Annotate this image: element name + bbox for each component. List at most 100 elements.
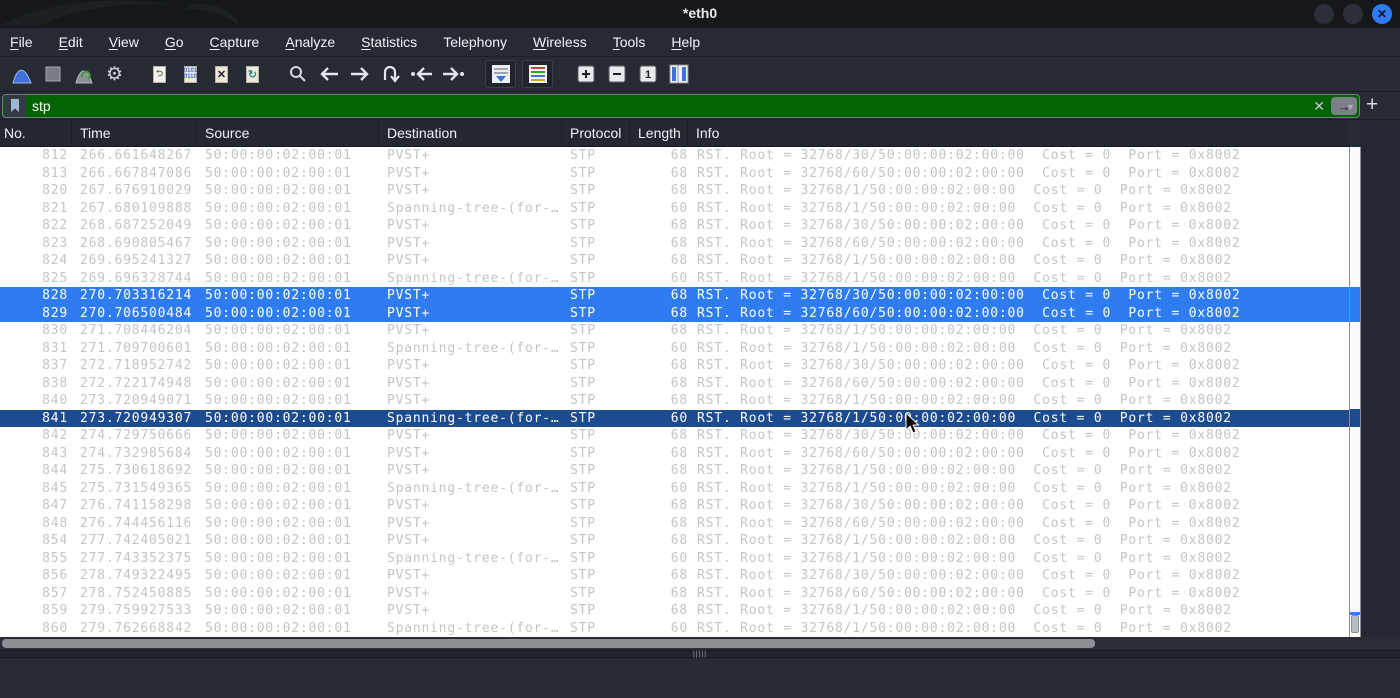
stop-capture-icon[interactable] — [37, 60, 68, 88]
zoom-original-icon[interactable]: 1 — [632, 60, 663, 88]
pane-splitter[interactable]: ||||| — [0, 650, 1400, 658]
packet-row-825[interactable]: 825 269.696328744 50:00:00:02:00:01 Spannin… — [0, 270, 1349, 288]
display-filter-field[interactable]: stp ✕ → — [2, 94, 1360, 118]
packet-row-828[interactable]: 828 270.703316214 50:00:00:02:00:01 PVST+ ST… — [0, 287, 1349, 305]
cell-time: 273.720949071 — [80, 393, 193, 408]
vertical-scrollbar-thumb[interactable] — [1351, 615, 1359, 633]
packet-row-838[interactable]: 838 272.722174948 50:00:00:02:00:01 PVST+ ST… — [0, 375, 1349, 393]
close-file-icon[interactable]: ✕ — [206, 60, 237, 88]
maximize-button[interactable] — [1343, 4, 1363, 24]
menu-statistics[interactable]: Statistics — [361, 34, 417, 50]
packet-row-854[interactable]: 854 277.742405021 50:00:00:02:00:01 PVST+ ST… — [0, 532, 1349, 550]
packet-row-821[interactable]: 821 267.680109888 50:00:00:02:00:01 Spannin… — [0, 200, 1349, 218]
go-to-packet-icon[interactable] — [375, 60, 406, 88]
colorize-packets-icon[interactable] — [522, 60, 553, 88]
column-header-length[interactable]: Length — [630, 120, 688, 146]
packet-row-822[interactable]: 822 268.687252049 50:00:00:02:00:01 PVST+ ST… — [0, 217, 1349, 235]
add-filter-button[interactable]: + — [1366, 93, 1378, 117]
column-header-protocol[interactable]: Protocol — [562, 120, 630, 146]
cell-proto: STP — [570, 550, 596, 566]
packet-row-845[interactable]: 845 275.731549365 50:00:00:02:00:01 Spannin… — [0, 480, 1349, 498]
go-first-packet-icon[interactable] — [406, 60, 437, 88]
packet-row-830[interactable]: 830 271.708446204 50:00:00:02:00:01 PVST+ ST… — [0, 322, 1349, 340]
resize-columns-icon[interactable] — [663, 60, 694, 88]
packet-row-847[interactable]: 847 276.741158298 50:00:00:02:00:01 PVST+ ST… — [0, 497, 1349, 515]
cell-dst: PVST+ — [387, 305, 431, 321]
cell-len: 68 — [670, 235, 688, 251]
save-file-icon[interactable]: 0101 0110 — [175, 60, 206, 88]
go-last-packet-icon[interactable] — [437, 60, 468, 88]
column-header-source[interactable]: Source — [197, 120, 379, 146]
packet-row-840[interactable]: 840 273.720949071 50:00:00:02:00:01 PVST+ ST… — [0, 392, 1349, 410]
menu-capture[interactable]: Capture — [210, 34, 260, 50]
toolbar-separator — [268, 74, 282, 75]
packet-row-837[interactable]: 837 272.718952742 50:00:00:02:00:01 PVST+ ST… — [0, 357, 1349, 375]
packet-row-860[interactable]: 860 279.762668842 50:00:00:02:00:01 Spannin… — [0, 620, 1349, 638]
menu-edit[interactable]: Edit — [59, 34, 83, 50]
packet-row-842[interactable]: 842 274.729750666 50:00:00:02:00:01 PVST+ ST… — [0, 427, 1349, 445]
column-header-time[interactable]: Time — [72, 120, 197, 146]
go-forward-icon[interactable] — [344, 60, 375, 88]
menu-tools[interactable]: Tools — [613, 34, 646, 50]
cell-no: 828 — [42, 288, 68, 303]
cell-no: 845 — [42, 480, 68, 496]
zoom-in-icon[interactable] — [570, 60, 601, 88]
column-header-destination[interactable]: Destination — [379, 120, 562, 146]
cell-dst: PVST+ — [387, 148, 431, 163]
packet-row-844[interactable]: 844 275.730618692 50:00:00:02:00:01 PVST+ ST… — [0, 462, 1349, 480]
reload-file-icon[interactable]: ↻ — [237, 60, 268, 88]
open-file-icon[interactable]: ⮌ — [144, 60, 175, 88]
packet-row-831[interactable]: 831 271.709700601 50:00:00:02:00:01 Spannin… — [0, 340, 1349, 358]
cell-len: 68 — [670, 358, 688, 373]
menu-go[interactable]: Go — [165, 34, 184, 50]
auto-scroll-icon[interactable] — [485, 60, 516, 88]
cell-src: 50:00:00:02:00:01 — [205, 585, 352, 601]
horizontal-scrollbar[interactable] — [0, 637, 1400, 650]
packet-row-857[interactable]: 857 278.752450885 50:00:00:02:00:01 PVST+ ST… — [0, 585, 1349, 603]
packet-row-829[interactable]: 829 270.706500484 50:00:00:02:00:01 PVST+ ST… — [0, 304, 1349, 322]
filter-bookmark-button[interactable] — [4, 95, 26, 117]
cell-len: 68 — [670, 568, 688, 583]
cell-no: 822 — [42, 218, 68, 233]
cell-info: RST. Root = 32768/1/50:00:00:02:00:00 Co… — [697, 603, 1232, 618]
bottom-empty-panel — [0, 658, 1400, 698]
menu-view[interactable]: View — [109, 34, 139, 50]
menu-analyze[interactable]: Analyze — [285, 34, 335, 50]
packet-row-843[interactable]: 843 274.732985684 50:00:00:02:00:01 PVST+ ST… — [0, 445, 1349, 463]
menu-help[interactable]: Help — [671, 34, 700, 50]
display-filter-input[interactable]: stp — [26, 98, 1313, 114]
packet-row-848[interactable]: 848 276.744456116 50:00:00:02:00:01 PVST+ ST… — [0, 515, 1349, 533]
capture-options-icon[interactable]: ⚙ — [99, 60, 130, 88]
cell-len: 68 — [670, 585, 688, 601]
column-header-info[interactable]: Info — [688, 120, 1349, 146]
cell-len: 68 — [670, 218, 688, 233]
horizontal-scrollbar-thumb[interactable] — [2, 639, 1095, 648]
zoom-out-icon[interactable] — [601, 60, 632, 88]
cell-dst: PVST+ — [387, 288, 431, 303]
menu-file[interactable]: File — [10, 34, 33, 50]
cell-len: 68 — [670, 288, 688, 303]
packet-row-859[interactable]: 859 279.759927533 50:00:00:02:00:01 PVST+ ST… — [0, 602, 1349, 620]
packet-row-856[interactable]: 856 278.749322495 50:00:00:02:00:01 PVST+ ST… — [0, 567, 1349, 585]
packet-row-820[interactable]: 820 267.676910029 50:00:00:02:00:01 PVST+ ST… — [0, 182, 1349, 200]
menu-telephony[interactable]: Telephony — [443, 34, 507, 50]
packet-row-841[interactable]: 841 273.720949307 50:00:00:02:00:01 Spannin… — [0, 409, 1349, 427]
column-header-no[interactable]: No. — [0, 120, 72, 146]
packet-row-812[interactable]: 812 266.661648267 50:00:00:02:00:01 PVST+ ST… — [0, 147, 1349, 165]
start-capture-icon[interactable] — [6, 60, 37, 88]
cell-proto: STP — [570, 603, 596, 618]
menu-wireless[interactable]: Wireless — [533, 34, 587, 50]
minimize-button[interactable] — [1314, 4, 1334, 24]
clear-filter-icon[interactable]: ✕ — [1313, 98, 1325, 115]
packet-row-813[interactable]: 813 266.667847086 50:00:00:02:00:01 PVST+ ST… — [0, 165, 1349, 183]
find-packet-icon[interactable] — [282, 60, 313, 88]
cell-no: 837 — [42, 358, 68, 373]
packet-row-823[interactable]: 823 268.690805467 50:00:00:02:00:01 PVST+ ST… — [0, 235, 1349, 253]
vertical-scrollbar-minimap[interactable] — [1349, 147, 1361, 637]
packet-row-855[interactable]: 855 277.743352375 50:00:00:02:00:01 Spannin… — [0, 550, 1349, 568]
restart-capture-icon[interactable] — [68, 60, 99, 88]
filter-dropdown-caret[interactable]: ▼ — [1346, 102, 1355, 112]
go-back-icon[interactable] — [313, 60, 344, 88]
close-button[interactable]: ✕ — [1372, 4, 1392, 24]
packet-row-824[interactable]: 824 269.695241327 50:00:00:02:00:01 PVST+ ST… — [0, 252, 1349, 270]
